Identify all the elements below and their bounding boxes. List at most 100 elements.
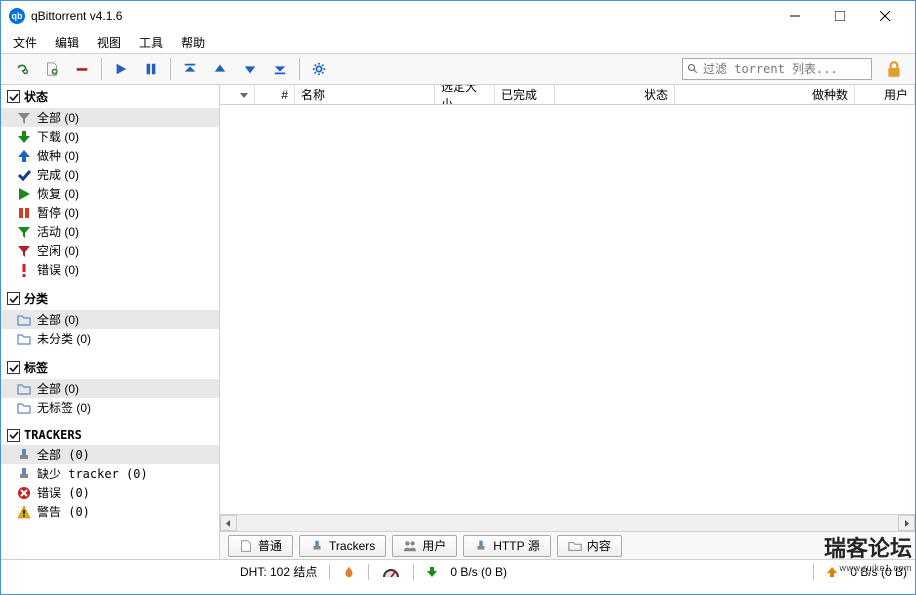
col-name[interactable]: 名称 [295,85,435,104]
watermark: 瑞客论坛 www.ruike1.com [824,531,912,573]
table-header: # 名称 选定大小 已完成 状态 做种数 用户 [220,85,915,105]
torrent-list[interactable] [220,105,915,514]
tab-trackers[interactable]: Trackers [299,535,386,557]
menu-help[interactable]: 帮助 [173,32,213,53]
bang-red-icon [17,263,31,277]
col-num[interactable]: # [255,85,295,104]
col-peers[interactable]: 用户 [855,85,915,104]
scroll-left-button[interactable] [220,515,237,531]
move-up-button[interactable] [206,55,234,83]
filter-item-tags-1[interactable]: 无标签 (0) [1,398,219,417]
menu-file[interactable]: 文件 [5,32,45,53]
filter-item-category-0[interactable]: 全部 (0) [1,310,219,329]
filter-search-box[interactable] [682,58,872,80]
checkbox-icon [7,292,20,305]
speed-icon[interactable] [381,565,401,579]
filter-item-status-3[interactable]: 完成 (0) [1,165,219,184]
col-done[interactable]: 已完成 [495,85,555,104]
filter-item-status-1[interactable]: 下载 (0) [1,127,219,146]
lock-button[interactable] [880,55,908,83]
add-link-button[interactable] [8,55,36,83]
filter-item-status-0[interactable]: 全部 (0) [1,108,219,127]
col-size[interactable]: 选定大小 [435,85,495,104]
filter-label: 下载 (0) [37,128,79,145]
funnel-red-icon [17,244,31,258]
filter-label: 缺少 tracker (0) [37,465,148,482]
filter-item-status-4[interactable]: 恢复 (0) [1,184,219,203]
filter-label: 全部 (0) [37,109,79,126]
section-category-label: 分类 [24,290,48,307]
move-top-button[interactable] [176,55,204,83]
section-category[interactable]: 分类 [1,287,219,310]
resume-button[interactable] [107,55,135,83]
filter-item-trackers-2[interactable]: 错误 (0) [1,483,219,502]
folder-icon [568,539,582,553]
arrow-down-green-icon [17,130,31,144]
funnel-gray-icon [17,111,31,125]
section-trackers[interactable]: TRACKERS [1,425,219,445]
tracker-icon [310,539,324,553]
filter-item-status-7[interactable]: 空闲 (0) [1,241,219,260]
check-blue-icon [17,168,31,182]
arrow-down-icon [426,566,438,578]
filter-label: 全部 (0) [37,380,79,397]
filter-input[interactable] [703,62,867,76]
sidebar: 状态 全部 (0) 下载 (0) 做种 (0) 完成 (0) 恢复 (0) 暂停 (0) 活… [1,85,220,559]
filter-label: 恢复 (0) [37,185,79,202]
filter-item-status-6[interactable]: 活动 (0) [1,222,219,241]
settings-button[interactable] [305,55,333,83]
col-seeds[interactable]: 做种数 [675,85,855,104]
folder-icon [17,313,31,327]
tab-general[interactable]: 普通 [228,535,293,557]
filter-label: 无标签 (0) [37,399,91,416]
filter-item-trackers-3[interactable]: 警告 (0) [1,502,219,521]
pause-red-icon [17,206,31,220]
content-area: # 名称 选定大小 已完成 状态 做种数 用户 普通 Trackers 用户 H… [220,85,915,559]
menu-tools[interactable]: 工具 [131,32,171,53]
filter-label: 做种 (0) [37,147,79,164]
app-icon: qb [9,8,25,24]
window-title: qBittorrent v4.1.6 [31,9,772,23]
filter-label: 活动 (0) [37,223,79,240]
filter-item-tags-0[interactable]: 全部 (0) [1,379,219,398]
menu-view[interactable]: 视图 [89,32,129,53]
filter-label: 完成 (0) [37,166,79,183]
minimize-button[interactable] [772,2,817,30]
tab-content[interactable]: 内容 [557,535,622,557]
document-icon [239,539,253,553]
add-file-button[interactable] [38,55,66,83]
tab-http[interactable]: HTTP 源 [463,535,550,557]
toolbar [1,53,915,85]
warn-triangle-icon [17,505,31,519]
menu-edit[interactable]: 编辑 [47,32,87,53]
filter-item-trackers-1[interactable]: 缺少 tracker (0) [1,464,219,483]
tab-peers[interactable]: 用户 [392,535,457,557]
delete-button[interactable] [68,55,96,83]
maximize-button[interactable] [817,2,862,30]
scroll-right-button[interactable] [898,515,915,531]
close-button[interactable] [862,2,907,30]
search-icon [687,63,699,75]
section-tags[interactable]: 标签 [1,356,219,379]
error-circle-icon [17,486,31,500]
filter-item-status-5[interactable]: 暂停 (0) [1,203,219,222]
filter-label: 暂停 (0) [37,204,79,221]
pause-button[interactable] [137,55,165,83]
folder-icon [17,382,31,396]
filter-item-status-2[interactable]: 做种 (0) [1,146,219,165]
filter-item-category-1[interactable]: 未分类 (0) [1,329,219,348]
filter-label: 警告 (0) [37,503,90,520]
move-down-button[interactable] [236,55,264,83]
filter-label: 全部 (0) [37,311,79,328]
col-status[interactable]: 状态 [555,85,675,104]
filter-item-status-8[interactable]: 错误 (0) [1,260,219,279]
section-status[interactable]: 状态 [1,85,219,108]
horizontal-scrollbar[interactable] [220,514,915,531]
filter-label: 未分类 (0) [37,330,91,347]
filter-item-trackers-0[interactable]: 全部 (0) [1,445,219,464]
col-sort[interactable] [220,85,255,104]
firewall-icon [342,565,356,579]
play-green-icon [17,187,31,201]
titlebar: qb qBittorrent v4.1.6 [1,1,915,31]
move-bottom-button[interactable] [266,55,294,83]
